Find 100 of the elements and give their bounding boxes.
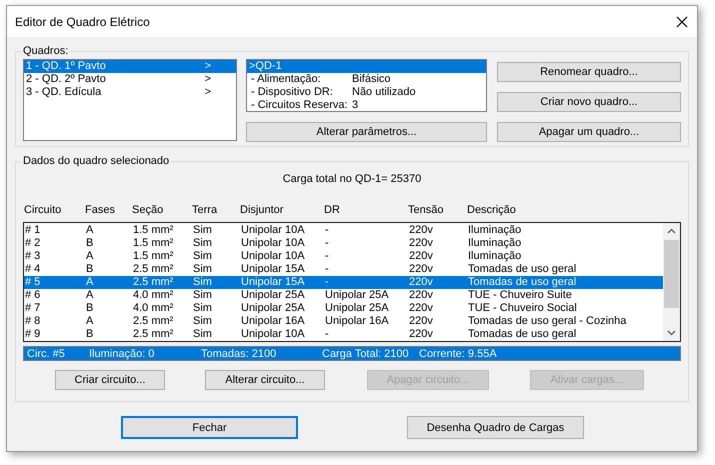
table-cell-text: 220v [409,224,434,237]
table-cell-text: 2.5 mm² [133,315,174,328]
table-cell-text: - [325,237,330,250]
list-item[interactable]: 3 - QD. Edícula > [24,86,236,99]
table-row[interactable]: # 9 B 2.5 mm² Sim Unipolar 10A - 220v Tomadas de uso geral [24,328,663,341]
table-row[interactable]: # 5 A 2.5 mm² Sim Unipolar 15A - 220v Tomadas de uso geral [24,276,663,289]
board-button[interactable]: Criar novo quadro... [497,92,681,112]
table-cell-text: 220v [409,302,434,315]
table-cell-text: 1.5 mm² [133,250,174,263]
table-row[interactable]: # 8 A 2.5 mm² Sim Unipolar 16A Unipolar 16A 220v Tomadas de uso geral - Cozinha [24,315,663,328]
scroll-down-icon[interactable] [667,330,676,336]
list-item[interactable]: 2 - QD. 2º Pavto > [24,73,236,86]
table-cell-text: # 2 [25,237,42,250]
list-box[interactable]: 1 - QD. 1º Pavto > 2 - QD. 2º Pavto > 3 - QD. Edícula > [23,59,237,141]
status-text: Circ. #5 [27,347,66,360]
circuit-button[interactable]: Alterar circuito... [205,370,325,390]
column-header: Seção [132,204,164,217]
table-cell-text: Unipolar 25A [325,302,390,315]
table-cell-text: Unipolar 15A [241,263,306,276]
total-load-text: Carga total no QD-1= 25370 [282,173,422,185]
status-text: Carga Total: 2100 [322,347,410,360]
table-cell-text: - [325,263,330,276]
table-cell-text: Unipolar 16A [325,315,390,328]
group-label: Dados do quadro selecionado [22,155,170,167]
table-cell-text: Tomadas de uso geral - Cozinha [468,315,628,328]
table-cell-text: - [325,328,330,341]
table-cell-text: # 9 [25,328,42,341]
scroll-up-icon[interactable] [667,228,676,234]
table-cell-text: 4.0 mm² [133,289,174,302]
table-cell-text: Unipolar 15A [241,276,306,289]
table-cell-text: Unipolar 25A [241,289,306,302]
table-cell-text: Sim [193,302,213,315]
table-row[interactable]: # 1 A 1.5 mm² Sim Unipolar 10A - 220v Iluminação [24,224,663,237]
table-cell-text: # 3 [25,250,42,263]
table-cell-text: - [325,224,330,237]
table-cell-text: 220v [409,263,434,276]
table-cell-text: 1.5 mm² [133,224,174,237]
table-cell-text: # 5 [25,276,42,289]
alter-params-button[interactable]: Alterar parâmetros... [246,122,487,142]
table-cell-text: Unipolar 25A [241,302,306,315]
table-cell-text: 4.0 mm² [133,302,174,315]
column-header: Terra [192,204,218,217]
info-value: Bifásico [352,73,391,86]
table-cell-text: 220v [409,328,434,341]
table-cell-text: Iluminação [468,237,522,250]
table-cell-text: Tomadas de uso geral [468,263,578,276]
table-cell-text: Unipolar 25A [325,289,390,302]
column-header: Circuito [24,204,62,217]
table-cell-text: 220v [409,315,434,328]
board-button[interactable]: Renomear quadro... [497,62,681,82]
scroll-thumb[interactable] [664,240,679,308]
table-cell-text: 1.5 mm² [133,237,174,250]
column-header: Descrição [467,204,517,217]
scrollbar[interactable] [663,223,680,341]
info-label: - Dispositivo DR: [251,86,334,99]
circuit-list[interactable] [23,222,681,342]
dialog-button[interactable]: Fechar [121,416,298,439]
table-cell-text: 220v [409,250,434,263]
info-value: Não utilizado [352,86,416,99]
table-row[interactable]: # 2 B 1.5 mm² Sim Unipolar 10A - 220v Iluminação [24,237,663,250]
table-cell-text: Sim [193,224,213,237]
table-cell-text: 2.5 mm² [133,276,174,289]
group-label: Quadros: [22,45,70,57]
table-cell-text: # 6 [25,289,42,302]
table-cell-text: Unipolar 10A [241,237,306,250]
list-item[interactable]: >QD-1 [247,60,486,73]
table-cell-text: Sim [193,250,213,263]
table-cell-text: Sim [193,315,213,328]
table-cell-text: # 8 [25,315,42,328]
table-cell-text: A [86,276,94,289]
table-cell-text: A [86,289,94,302]
table-cell-text: Unipolar 16A [241,315,306,328]
table-cell-text: Iluminação [468,224,522,237]
list-item[interactable]: 1 - QD. 1º Pavto > [24,60,236,73]
column-header: Disjuntor [240,204,284,217]
table-cell-text: TUE - Chuveiro Suite [468,289,573,302]
table-cell-text: B [86,263,94,276]
table-cell-text: Sim [193,237,213,250]
table-cell-text: Unipolar 10A [241,224,306,237]
table-cell-text: A [86,224,94,237]
window-title: Editor de Quadro Elétrico [15,14,150,28]
table-row[interactable]: # 7 B 4.0 mm² Sim Unipolar 25A Unipolar 25A 220v TUE - Chuveiro Social [24,302,663,315]
circuit-button[interactable]: Criar circuito... [55,370,165,390]
info-label: - Alimentação: [251,73,322,86]
table-row[interactable]: # 3 A 1.5 mm² Sim Unipolar 10A - 220v Iluminação [24,250,663,263]
table-cell-text: # 7 [25,302,42,315]
table-cell-text: Unipolar 10A [241,328,306,341]
table-cell-text: # 1 [25,224,42,237]
table-cell-text: Unipolar 10A [241,250,306,263]
table-cell-text: 220v [409,276,434,289]
table-cell-text: Sim [193,276,213,289]
table-cell-text: # 4 [25,263,42,276]
close-icon[interactable] [676,16,688,28]
dialog-button[interactable]: Desenha Quadro de Cargas [407,416,584,439]
board-button[interactable]: Apagar um quadro... [497,122,681,142]
table-row[interactable]: # 6 A 4.0 mm² Sim Unipolar 25A Unipolar 25A 220v TUE - Chuveiro Suite [24,289,663,302]
table-cell-text: Sim [193,328,213,341]
table-row[interactable]: # 4 B 2.5 mm² Sim Unipolar 15A - 220v Tomadas de uso geral [24,263,663,276]
table-cell-text: 220v [409,237,434,250]
table-cell-text: B [86,328,94,341]
